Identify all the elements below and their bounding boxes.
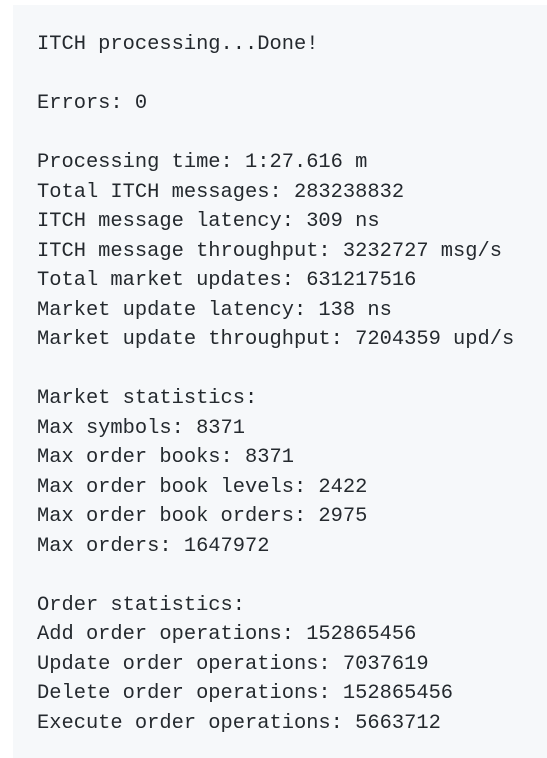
max-order-book-levels-line: Max order book levels: 2422 (37, 475, 368, 499)
market-update-latency-line: Market update latency: 138 ns (37, 298, 392, 322)
market-update-throughput-line: Market update throughput: 7204359 upd/s (37, 328, 515, 351)
console-output-block: ITCH processing...Done! Errors: 0 Proces… (13, 5, 547, 758)
total-itch-messages-line: Total ITCH messages: 283238832 (37, 180, 405, 204)
status-line: ITCH processing...Done! (37, 33, 319, 56)
max-symbols-line: Max symbols: 8371 (37, 416, 246, 440)
delete-order-operations-line: Delete order operations: 152865456 (37, 682, 454, 705)
itch-message-latency-line: ITCH message latency: 309 ns (37, 210, 380, 233)
max-orders-line: Max orders: 1647972 (37, 534, 270, 558)
execute-order-operations-line: Execute order operations: 5663712 (37, 711, 441, 735)
total-market-updates-line: Total market updates: 631217516 (37, 269, 417, 292)
max-order-books-line: Max order books: 8371 (37, 446, 294, 469)
add-order-operations-line: Add order operations: 152865456 (37, 623, 417, 646)
order-statistics-header: Order statistics: (37, 593, 246, 617)
market-statistics-header: Market statistics: (37, 387, 258, 410)
errors-line: Errors: 0 (37, 92, 148, 115)
max-order-book-orders-line: Max order book orders: 2975 (37, 505, 368, 528)
update-order-operations-line: Update order operations: 7037619 (37, 652, 429, 676)
itch-message-throughput-line: ITCH message throughput: 3232727 msg/s (37, 239, 502, 263)
processing-time-line: Processing time: 1:27.616 m (37, 151, 368, 174)
